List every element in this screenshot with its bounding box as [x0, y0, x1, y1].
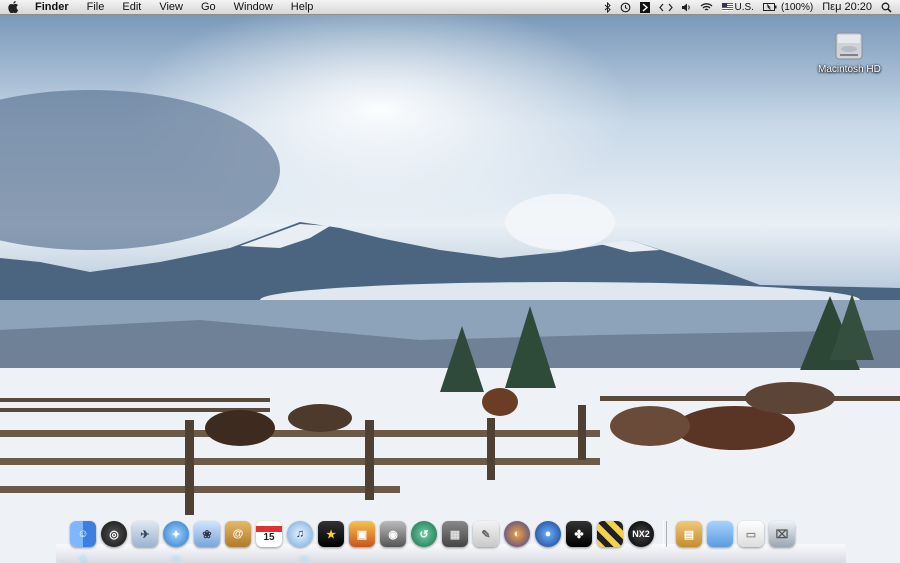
macintosh-hd-volume[interactable]: Macintosh HD — [818, 30, 881, 75]
menu-bar-status: U.S. (100%) Πεμ 20:20 — [604, 0, 900, 15]
iphoto-album-icon[interactable]: ▣ — [349, 521, 375, 547]
volume-icon[interactable] — [681, 0, 691, 15]
landscape-illustration — [0, 90, 900, 563]
google-earth-icon[interactable]: ● — [535, 521, 561, 547]
menu-help[interactable]: Help — [282, 0, 323, 15]
menu-bar: Finder File Edit View Go Window Help U.S… — [0, 0, 900, 15]
itunes-running-indicator — [302, 557, 306, 561]
ical-date: 15 — [263, 531, 275, 543]
mail-icon[interactable]: ✈ — [132, 521, 158, 547]
address-book-icon[interactable]: @ — [225, 521, 251, 547]
safari-icon[interactable]: ✦ — [163, 521, 189, 547]
hard-drive-icon — [834, 30, 864, 62]
time-machine-dock-icon[interactable]: ↺ — [411, 521, 437, 547]
safari-running-indicator — [174, 557, 178, 561]
spotlight-search-icon[interactable] — [881, 0, 892, 15]
ical-icon[interactable]: 15 — [256, 521, 282, 547]
applications-folder-icon[interactable] — [707, 521, 733, 547]
macintosh-hd-label: Macintosh HD — [818, 64, 881, 75]
game-icon[interactable]: ✤ — [566, 521, 592, 547]
menu-file[interactable]: File — [78, 0, 114, 15]
bluetooth-icon[interactable] — [604, 0, 611, 15]
iphoto-icon[interactable]: ❀ — [194, 521, 220, 547]
documents-folder-icon[interactable]: ▤ — [676, 521, 702, 547]
menu-go[interactable]: Go — [192, 0, 225, 15]
script-menu-icon[interactable] — [658, 0, 673, 15]
camera-icon[interactable]: ◉ — [380, 521, 406, 547]
calculator-icon[interactable]: ▦ — [442, 521, 468, 547]
battery-icon[interactable] — [762, 0, 777, 15]
menu-clock[interactable]: Πεμ 20:20 — [822, 0, 872, 15]
menu-view[interactable]: View — [150, 0, 192, 15]
desktop-wallpaper — [0, 0, 900, 563]
preview-icon[interactable]: ✎ — [473, 521, 499, 547]
dock: ☺ ◎ ✈ ✦ ❀ @ 15 ♫ ★ ▣ ◉ ↺ ▦ ✎ ◐ ● ✤ NX2 ▤… — [56, 517, 846, 563]
input-source-label[interactable]: U.S. — [735, 0, 754, 15]
menu-edit[interactable]: Edit — [113, 0, 150, 15]
dock-apps: ☺ ◎ ✈ ✦ ❀ @ 15 ♫ ★ ▣ ◉ ↺ ▦ ✎ ◐ ● ✤ NX2 ▤… — [70, 521, 795, 547]
finder-running-indicator — [81, 557, 85, 561]
firefox-icon[interactable]: ◐ — [504, 521, 530, 547]
menu-window[interactable]: Window — [225, 0, 282, 15]
finder-icon[interactable]: ☺ — [70, 521, 96, 547]
imovie-icon[interactable]: ★ — [318, 521, 344, 547]
document-stack-icon[interactable]: ▭ — [738, 521, 764, 547]
menu-bar-left: Finder File Edit View Go Window Help — [0, 0, 322, 15]
sync-icon[interactable] — [639, 0, 650, 15]
dashboard-icon[interactable]: ◎ — [101, 521, 127, 547]
nx-label: NX2 — [632, 529, 650, 539]
menu-app-name[interactable]: Finder — [26, 0, 78, 15]
time-machine-icon[interactable] — [620, 0, 631, 15]
itunes-icon[interactable]: ♫ — [287, 521, 313, 547]
chess-icon[interactable] — [597, 521, 623, 547]
dock-separator — [663, 521, 667, 547]
nx-client-icon[interactable]: NX2 — [628, 521, 654, 547]
us-flag-icon[interactable] — [721, 0, 733, 15]
apple-menu-icon[interactable] — [0, 0, 26, 15]
battery-percent[interactable]: (100%) — [781, 0, 813, 15]
wifi-icon[interactable] — [700, 0, 713, 15]
trash-icon[interactable]: ⌧ — [769, 521, 795, 547]
